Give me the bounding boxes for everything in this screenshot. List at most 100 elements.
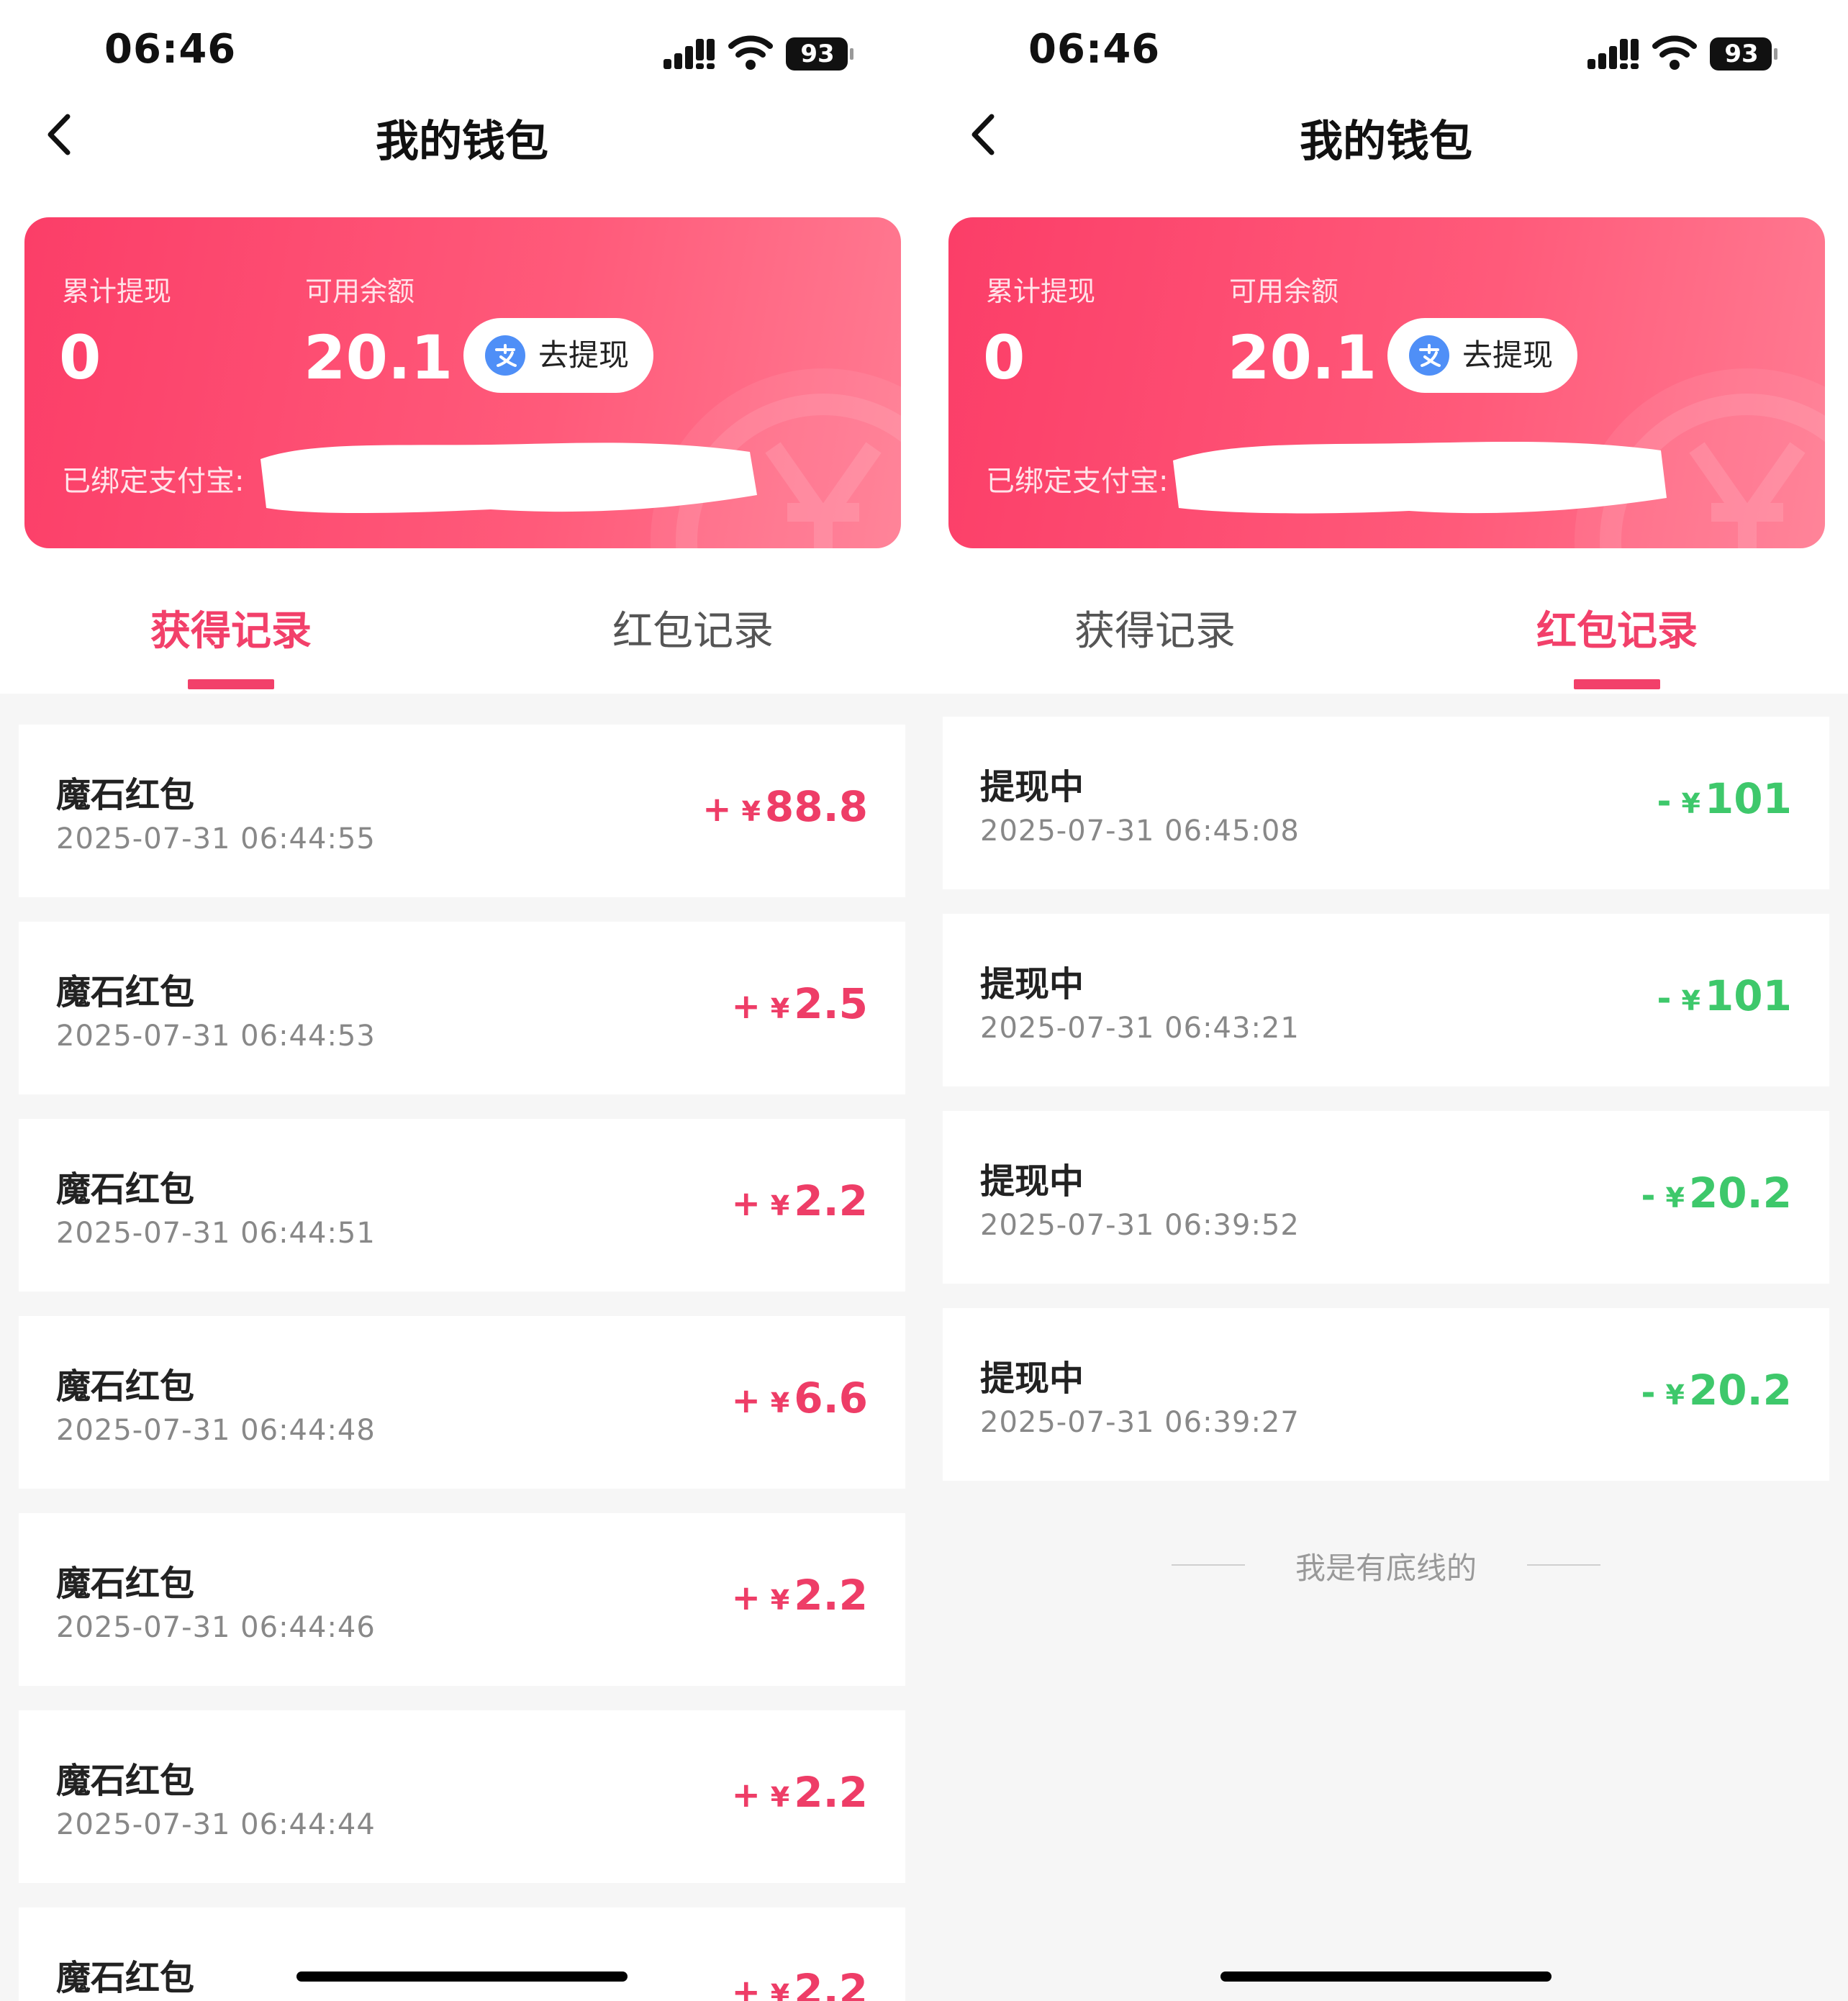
record-row[interactable]: 魔石红包 2025-07-31 06:44:53 + ¥2.5 xyxy=(19,922,905,1094)
currency-symbol: ¥ xyxy=(741,796,761,827)
currency-symbol: ¥ xyxy=(770,1584,790,1616)
record-title: 提现中 xyxy=(980,767,1084,807)
cellular-signal-icon xyxy=(663,39,715,69)
record-time: 2025-07-31 06:44:44 xyxy=(56,1808,376,1841)
tab-redpacket-records[interactable]: 红包记录 xyxy=(462,599,924,657)
record-amount: + ¥88.8 xyxy=(702,782,868,831)
amount-value: 2.2 xyxy=(794,1176,868,1225)
record-amount: + ¥2.5 xyxy=(732,979,868,1028)
currency-symbol: ¥ xyxy=(1665,1379,1685,1411)
record-time: 2025-07-31 06:45:08 xyxy=(980,815,1300,848)
record-amount: + ¥2.2 xyxy=(732,1176,868,1225)
amount-sign: + xyxy=(731,1184,761,1224)
record-amount: - ¥20.2 xyxy=(1641,1366,1792,1415)
record-title: 魔石红包 xyxy=(56,1366,195,1407)
active-tab-indicator xyxy=(188,679,274,689)
wallet-screen-income-tab: 06:46 93 我的钱包 累计提现 0 可用余额 20.1 去提现 已绑定支付… xyxy=(0,0,924,2001)
withdraw-button[interactable]: 去提现 xyxy=(463,318,653,393)
amount-value: 101 xyxy=(1704,774,1792,823)
wifi-icon xyxy=(728,35,773,70)
record-time: 2025-07-31 06:44:46 xyxy=(56,1611,376,1644)
tab-income-records[interactable]: 获得记录 xyxy=(0,599,462,657)
tab-income-records[interactable]: 获得记录 xyxy=(924,599,1386,657)
currency-symbol: ¥ xyxy=(770,1387,790,1419)
amount-sign: - xyxy=(1641,1373,1656,1413)
available-balance-label: 可用余额 xyxy=(1229,276,1339,307)
amount-sign: + xyxy=(731,1775,761,1815)
amount-sign: - xyxy=(1641,1176,1656,1216)
withdraw-button[interactable]: 去提现 xyxy=(1387,318,1577,393)
amount-value: 101 xyxy=(1704,971,1792,1020)
record-row[interactable]: 提现中 2025-07-31 06:43:21 - ¥101 xyxy=(943,914,1829,1086)
alipay-icon xyxy=(1409,335,1449,376)
amount-sign: + xyxy=(731,1578,761,1618)
battery-level: 93 xyxy=(1724,40,1759,68)
amount-value: 88.8 xyxy=(764,782,868,831)
amount-sign: + xyxy=(702,789,732,830)
amount-value: 20.2 xyxy=(1688,1366,1792,1415)
amount-value: 20.2 xyxy=(1688,1169,1792,1217)
available-balance-value: 20.1 xyxy=(1228,322,1377,393)
wallet-balance-card: 累计提现 0 可用余额 20.1 去提现 已绑定支付宝: xyxy=(948,217,1825,548)
record-title: 魔石红包 xyxy=(56,1169,195,1210)
currency-symbol: ¥ xyxy=(770,993,790,1025)
record-time: 2025-07-31 06:44:51 xyxy=(56,1217,376,1250)
record-time: 2025-07-31 06:44:48 xyxy=(56,1414,376,1447)
record-row[interactable]: 魔石红包 2025-07-31 06:44:55 + ¥88.8 xyxy=(19,725,905,897)
record-row[interactable]: 提现中 2025-07-31 06:39:27 - ¥20.2 xyxy=(943,1308,1829,1481)
record-amount: + ¥2.2 xyxy=(732,1965,868,2001)
wifi-icon xyxy=(1652,35,1697,70)
cellular-signal-icon xyxy=(1587,39,1639,69)
available-balance-label: 可用余额 xyxy=(305,276,415,307)
redacted-account xyxy=(1173,442,1667,514)
status-time: 06:46 xyxy=(1028,26,1161,73)
currency-symbol: ¥ xyxy=(1665,1182,1685,1214)
record-amount: + ¥2.2 xyxy=(732,1768,868,1817)
footer-divider-right xyxy=(1527,1564,1600,1566)
amount-sign: - xyxy=(1657,781,1672,822)
record-time: 2025-07-31 06:44:55 xyxy=(56,822,376,856)
status-bar: 06:46 93 xyxy=(924,0,1848,108)
record-row[interactable]: 魔石红包 2025-07-31 06:44:44 + ¥2.2 xyxy=(19,1710,905,1883)
total-withdrawn-label: 累计提现 xyxy=(62,276,172,307)
active-tab-indicator xyxy=(1574,679,1660,689)
record-time: 2025-07-31 06:43:21 xyxy=(980,1012,1300,1045)
battery-level: 93 xyxy=(800,40,835,68)
currency-symbol: ¥ xyxy=(1681,788,1700,820)
record-row[interactable]: 魔石红包 2025-07-31 06:44:48 + ¥6.6 xyxy=(19,1316,905,1489)
status-bar: 06:46 93 xyxy=(0,0,924,108)
amount-sign: + xyxy=(731,1972,761,2001)
record-title: 魔石红包 xyxy=(56,1761,195,1801)
amount-value: 2.2 xyxy=(794,1965,868,2001)
redacted-account xyxy=(261,443,757,513)
amount-sign: + xyxy=(731,1381,761,1421)
amount-value: 2.2 xyxy=(794,1571,868,1620)
record-title: 提现中 xyxy=(980,1161,1084,1202)
withdraw-button-label: 去提现 xyxy=(538,338,630,372)
record-time: 2025-07-31 06:39:52 xyxy=(980,1209,1300,1242)
tab-redpacket-records[interactable]: 红包记录 xyxy=(1386,599,1848,657)
record-amount: - ¥101 xyxy=(1657,971,1792,1020)
amount-value: 6.6 xyxy=(794,1374,868,1423)
record-row[interactable]: 魔石红包 2025-07-31 06:44:51 + ¥2.2 xyxy=(19,1119,905,1292)
record-title: 魔石红包 xyxy=(56,1564,195,1604)
record-row[interactable]: 提现中 2025-07-31 06:39:52 - ¥20.2 xyxy=(943,1111,1829,1284)
amount-value: 2.2 xyxy=(794,1768,868,1817)
status-time: 06:46 xyxy=(104,26,237,73)
currency-symbol: ¥ xyxy=(770,1979,790,2001)
alipay-icon xyxy=(485,335,525,376)
comparison-stage: 06:46 93 我的钱包 累计提现 0 可用余额 20.1 去提现 已绑定支付… xyxy=(0,0,1848,2001)
amount-sign: - xyxy=(1657,979,1672,1019)
record-amount: - ¥101 xyxy=(1657,774,1792,823)
record-amount: + ¥6.6 xyxy=(732,1374,868,1423)
withdraw-button-label: 去提现 xyxy=(1462,338,1554,372)
total-withdrawn-value: 0 xyxy=(983,322,1025,393)
record-time: 2025-07-31 06:44:53 xyxy=(56,1020,376,1053)
page-title: 我的钱包 xyxy=(1300,117,1472,167)
record-row[interactable]: 魔石红包 + ¥2.2 xyxy=(19,1907,905,2001)
record-row[interactable]: 提现中 2025-07-31 06:45:08 - ¥101 xyxy=(943,717,1829,889)
record-row[interactable]: 魔石红包 2025-07-31 06:44:46 + ¥2.2 xyxy=(19,1513,905,1686)
record-title: 魔石红包 xyxy=(56,1958,195,1998)
record-title: 提现中 xyxy=(980,1358,1084,1399)
bound-alipay-label: 已绑定支付宝: xyxy=(986,465,1169,498)
